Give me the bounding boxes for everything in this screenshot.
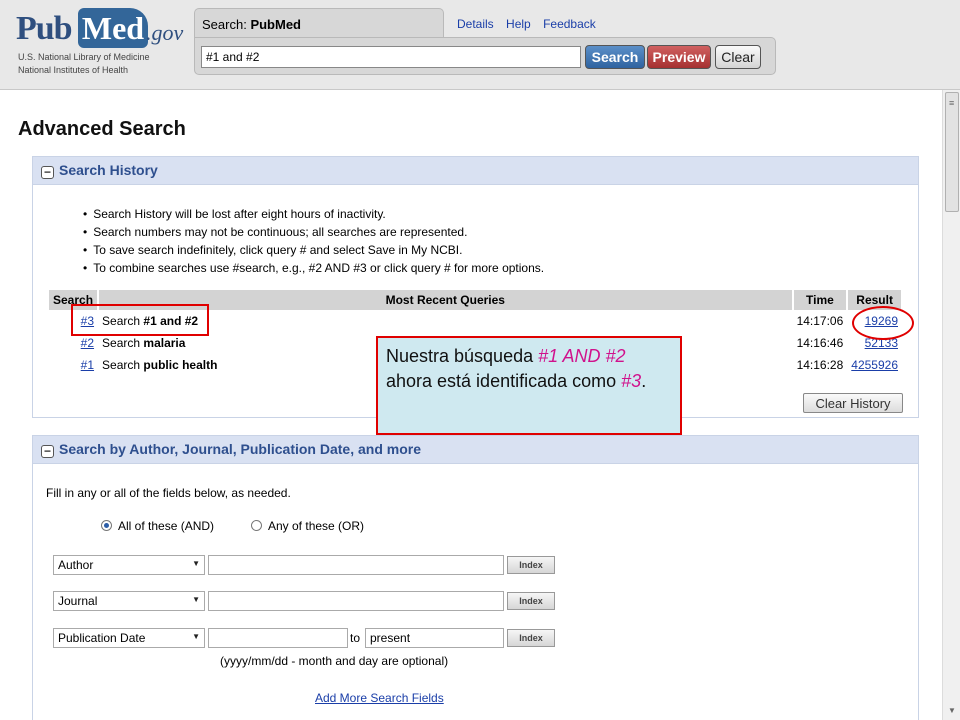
collapse-icon[interactable]: −	[41, 445, 54, 458]
date-index-button[interactable]: Index	[507, 629, 555, 647]
search-history-header[interactable]: − Search History	[33, 157, 918, 185]
preview-button[interactable]: Preview	[647, 45, 711, 69]
date-format-hint: (yyyy/mm/dd - month and day are optional…	[220, 654, 449, 668]
field-select-journal[interactable]: Journal ▼	[53, 591, 205, 611]
logo-subtitle-nlm: U.S. National Library of Medicine	[18, 52, 150, 62]
details-link[interactable]: Details	[457, 17, 494, 31]
callout-text-1: Nuestra búsqueda	[386, 346, 534, 366]
date-from-input[interactable]	[208, 628, 348, 648]
field-select-value: Author	[58, 558, 94, 572]
search-builder-header[interactable]: − Search by Author, Journal, Publication …	[33, 436, 918, 464]
vertical-scrollbar[interactable]: ≡ ▼	[942, 90, 960, 720]
history-notes: Search History will be lost after eight …	[83, 205, 544, 277]
note-item: To combine searches use #search, e.g., #…	[83, 259, 544, 277]
query-prefix: Search	[102, 358, 141, 372]
field-select-value: Journal	[58, 594, 98, 608]
collapse-icon[interactable]: −	[41, 166, 54, 179]
dropdown-arrow-icon: ▼	[192, 632, 200, 641]
callout-highlight-1: #1 AND #2	[538, 346, 626, 366]
query-term: malaria	[143, 336, 186, 350]
clear-history-button[interactable]: Clear History	[803, 393, 903, 413]
note-item: Search History will be lost after eight …	[83, 205, 544, 223]
scrollbar-thumb[interactable]: ≡	[945, 92, 959, 212]
builder-instructions: Fill in any or all of the fields below, …	[46, 486, 291, 500]
radio-unselected-icon	[251, 520, 262, 531]
callout-end: .	[641, 371, 647, 391]
query-term: public health	[143, 358, 218, 372]
query-time: 14:16:46	[796, 336, 844, 350]
annotation-callout: Nuestra búsqueda #1 AND #2 ahora está id…	[376, 336, 682, 435]
field-select-value: Publication Date	[58, 631, 146, 645]
search-button[interactable]: Search	[585, 45, 645, 69]
date-to-input[interactable]	[365, 628, 504, 648]
query-number-link[interactable]: #1	[81, 358, 94, 372]
radio-all-of-these[interactable]: All of these (AND)	[101, 519, 214, 533]
annotation-result-circle	[852, 306, 914, 340]
search-builder-title: Search by Author, Journal, Publication D…	[59, 441, 421, 457]
page-title: Advanced Search	[18, 118, 186, 140]
annotation-highlight-box	[71, 304, 209, 336]
query-number-link[interactable]: #2	[81, 336, 94, 350]
search-tab-prefix: Search:	[202, 17, 247, 32]
logo-pub: Pub	[16, 10, 73, 47]
scrollbar-grip-icon: ≡	[949, 98, 955, 108]
date-to-label: to	[350, 631, 361, 645]
logo-med: Med	[78, 8, 148, 48]
journal-index-button[interactable]: Index	[507, 592, 555, 610]
logo-gov: .gov	[146, 20, 184, 45]
query-time: 14:16:28	[796, 358, 844, 372]
query-prefix: Search	[102, 336, 141, 350]
query-time: 14:17:06	[796, 314, 844, 328]
clear-button[interactable]: Clear	[715, 45, 761, 69]
result-count-link[interactable]: 4255926	[851, 358, 898, 372]
note-item: To save search indefinitely, click query…	[83, 241, 544, 259]
journal-term-input[interactable]	[208, 591, 504, 611]
author-index-button[interactable]: Index	[507, 556, 555, 574]
pubmed-header: Pub Med .gov U.S. National Library of Me…	[0, 0, 960, 90]
search-builder-panel: − Search by Author, Journal, Publication …	[32, 435, 919, 720]
author-term-input[interactable]	[208, 555, 504, 575]
feedback-link[interactable]: Feedback	[543, 17, 596, 31]
search-history-title: Search History	[59, 162, 158, 178]
search-tab-database: PubMed	[250, 17, 301, 32]
callout-highlight-2: #3	[621, 371, 642, 391]
search-input[interactable]	[201, 46, 581, 68]
note-item: Search numbers may not be continuous; al…	[83, 223, 544, 241]
radio-and-label: All of these (AND)	[118, 519, 215, 533]
dropdown-arrow-icon: ▼	[192, 559, 200, 568]
field-select-author[interactable]: Author ▼	[53, 555, 205, 575]
help-link[interactable]: Help	[506, 17, 531, 31]
radio-or-label: Any of these (OR)	[268, 519, 365, 533]
radio-selected-icon	[101, 520, 112, 531]
radio-any-of-these[interactable]: Any of these (OR)	[251, 519, 364, 533]
field-select-publication-date[interactable]: Publication Date ▼	[53, 628, 205, 648]
header-links: Details Help Feedback	[457, 17, 605, 31]
search-database-tab[interactable]: Search: PubMed	[194, 8, 444, 38]
pubmed-logo[interactable]: Pub Med .gov U.S. National Library of Me…	[16, 6, 186, 82]
dropdown-arrow-icon: ▼	[192, 595, 200, 604]
scroll-down-arrow-icon[interactable]: ▼	[946, 706, 958, 718]
column-time: Time	[792, 290, 849, 310]
callout-text-2: ahora está identificada como	[386, 371, 617, 391]
search-bar: Search Preview Clear	[194, 37, 776, 75]
add-more-search-fields-link[interactable]: Add More Search Fields	[315, 691, 444, 705]
logo-subtitle-nih: National Institutes of Health	[18, 65, 129, 75]
